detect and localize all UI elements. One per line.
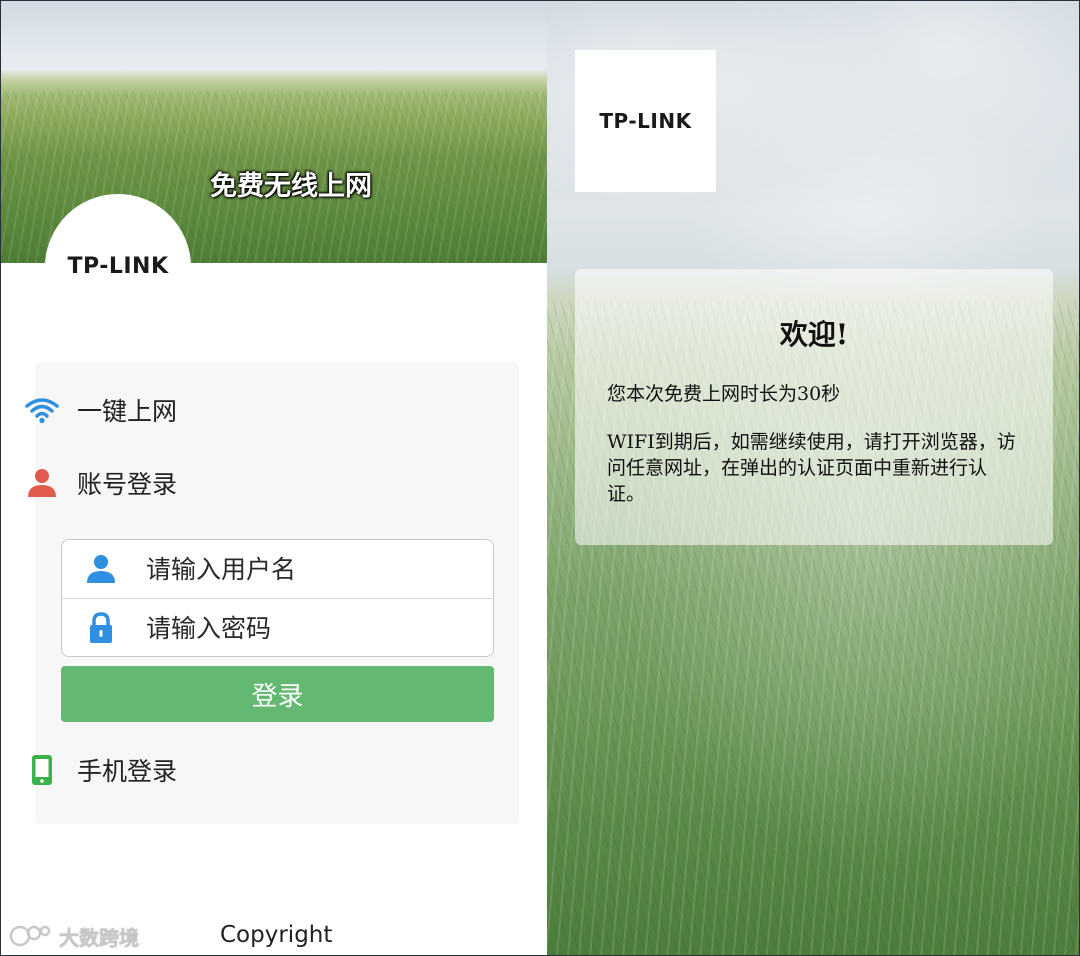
- banner-title: 免费无线上网: [210, 171, 372, 202]
- account-login-label: 账号登录: [77, 470, 178, 499]
- brand-logo: TP-LINK: [575, 50, 716, 192]
- user-icon: [84, 552, 118, 586]
- one-click-label: 一键上网: [77, 397, 178, 426]
- account-login-option[interactable]: 账号登录: [25, 463, 177, 503]
- logo-circle: TP-LINK: [45, 194, 191, 279]
- portal-page: 免费无线上网 TP-LINK 一键上网 账号登录 请输入用户名 登录 手机登录 …: [0, 0, 1080, 956]
- password-input[interactable]: [146, 613, 446, 643]
- username-input[interactable]: [146, 554, 446, 584]
- login-form: [61, 539, 494, 657]
- copyright-text: Copyright: [220, 922, 333, 948]
- wifi-icon: [25, 393, 59, 427]
- watermark: 大数跨境: [9, 921, 139, 951]
- welcome-card: 欢迎! 您本次免费上网时长为30秒 WIFI到期后，如需继续使用，请打开浏览器，…: [575, 269, 1053, 545]
- brand-logo: TP-LINK: [67, 254, 169, 279]
- user-icon: [25, 466, 59, 500]
- session-duration-text: 您本次免费上网时长为30秒: [607, 383, 841, 405]
- password-row: [62, 598, 493, 656]
- one-click-login-option[interactable]: 一键上网: [25, 390, 177, 430]
- phone-login-option[interactable]: 手机登录: [25, 750, 177, 790]
- username-row: [62, 540, 493, 598]
- phone-icon: [25, 753, 59, 787]
- welcome-title: 欢迎!: [779, 318, 849, 351]
- welcome-panel: TP-LINK 欢迎! 您本次免费上网时长为30秒 WIFI到期后，如需继续使用…: [547, 1, 1079, 955]
- lock-icon: [84, 611, 118, 645]
- login-panel: 免费无线上网 TP-LINK 一键上网 账号登录 请输入用户名 登录 手机登录 …: [1, 1, 547, 955]
- phone-login-label: 手机登录: [77, 757, 178, 786]
- login-button[interactable]: 登录: [61, 666, 494, 722]
- watermark-logo-icon: [9, 925, 51, 947]
- expiry-instructions-text: WIFI到期后，如需继续使用，请打开浏览器，访问任意网址，在弹出的认证页面中重新…: [607, 431, 1016, 505]
- watermark-text: 大数跨境: [59, 925, 139, 950]
